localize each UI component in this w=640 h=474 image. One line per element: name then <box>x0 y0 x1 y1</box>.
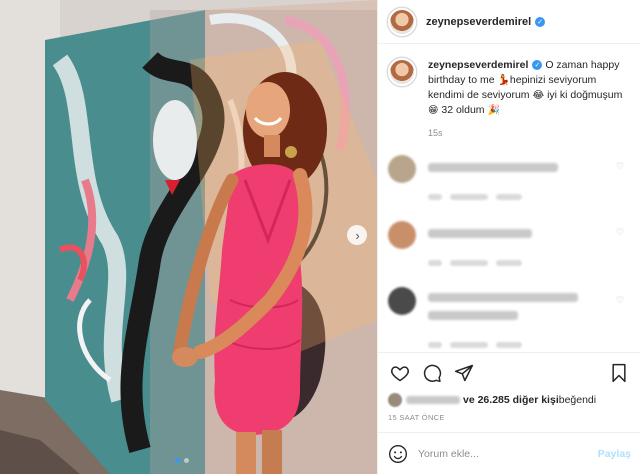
comment-avatar[interactable] <box>388 221 416 249</box>
post-photo-illustration <box>0 0 377 474</box>
caption-text-3: iyi ki doğmuşum <box>544 89 623 101</box>
comments-list: ♡ ♡ ♡ <box>378 155 640 353</box>
comment-icon <box>423 364 442 383</box>
grin-emoji-icon: 😁 <box>428 105 439 116</box>
post-header: zeynepseverdemirel ✓ <box>378 0 640 44</box>
comment-heart-icon[interactable]: ♡ <box>616 295 626 305</box>
carousel-next-button[interactable]: › <box>347 225 367 245</box>
caption-time: 15s <box>428 128 443 138</box>
comment-heart-icon[interactable]: ♡ <box>616 227 626 237</box>
caption-avatar[interactable] <box>388 58 416 86</box>
comment-text <box>428 311 518 320</box>
carousel-dot <box>184 458 189 463</box>
posted-time[interactable]: 15 SAAT ÖNCE <box>388 413 631 422</box>
comment-meta <box>450 260 488 266</box>
comment-meta <box>450 194 488 200</box>
comment-heart-icon[interactable]: ♡ <box>616 161 626 171</box>
share-button[interactable] <box>452 361 476 385</box>
like-button[interactable] <box>388 361 412 385</box>
verified-badge-icon: ✓ <box>532 60 543 71</box>
paper-plane-icon <box>454 364 474 382</box>
add-comment-bar: Paylaş <box>378 432 640 474</box>
caption-body: zeynepseverdemirel ✓ O zaman happy birthd… <box>428 58 630 141</box>
post-comment-button[interactable]: Paylaş <box>598 448 631 460</box>
comment-item: ♡ <box>388 287 630 353</box>
comment-text <box>428 229 532 238</box>
post-actions: ve 26.285 diğer kişi beğendi 15 SAAT ÖNC… <box>378 352 640 422</box>
liker-username[interactable] <box>406 396 460 404</box>
comment-meta <box>428 260 442 266</box>
author-username[interactable]: zeynepseverdemirel <box>426 16 531 28</box>
caption-text-4: 32 oldum <box>438 104 488 116</box>
laughing-emoji-icon: 😂 <box>532 90 545 101</box>
comment-text <box>428 293 578 302</box>
liker-avatar[interactable] <box>388 393 402 407</box>
comment-item: ♡ <box>388 155 630 205</box>
comment-button[interactable] <box>420 361 444 385</box>
dancer-emoji-icon: 💃 <box>497 75 510 86</box>
post-photo[interactable]: › <box>0 0 377 474</box>
carousel-indicator <box>175 458 189 463</box>
likes-count[interactable]: ve 26.285 diğer kişi <box>463 394 559 406</box>
carousel-dot-active <box>175 458 180 463</box>
comment-meta <box>450 342 488 348</box>
party-emoji-icon: 🎉 <box>487 105 500 116</box>
verified-badge-icon: ✓ <box>535 16 546 27</box>
comment-input[interactable] <box>418 447 598 460</box>
comment-reply[interactable] <box>496 194 522 200</box>
comment-meta <box>428 194 442 200</box>
comment-item: ♡ <box>388 221 630 271</box>
caption-username[interactable]: zeynepseverdemirel <box>428 59 528 71</box>
likes-suffix: beğendi <box>558 394 597 406</box>
comment-avatar[interactable] <box>388 155 416 183</box>
chevron-right-icon: › <box>355 227 360 243</box>
comment-reply[interactable] <box>496 342 522 348</box>
comment-text <box>428 163 558 172</box>
save-button[interactable] <box>607 361 631 385</box>
bookmark-icon <box>612 363 626 383</box>
comment-meta <box>428 342 442 348</box>
likes-summary: ve 26.285 diğer kişi beğendi <box>388 393 631 407</box>
emoji-smiley-icon[interactable] <box>388 444 408 464</box>
comment-reply[interactable] <box>496 260 522 266</box>
heart-icon <box>390 366 410 382</box>
action-icons <box>388 359 631 387</box>
comment-avatar[interactable] <box>388 287 416 315</box>
post-details-panel: zeynepseverdemirel ✓ zeynepseverdemirel ✓… <box>377 0 640 474</box>
author-avatar[interactable] <box>388 7 416 36</box>
caption: zeynepseverdemirel ✓ O zaman happy birthd… <box>378 44 640 141</box>
